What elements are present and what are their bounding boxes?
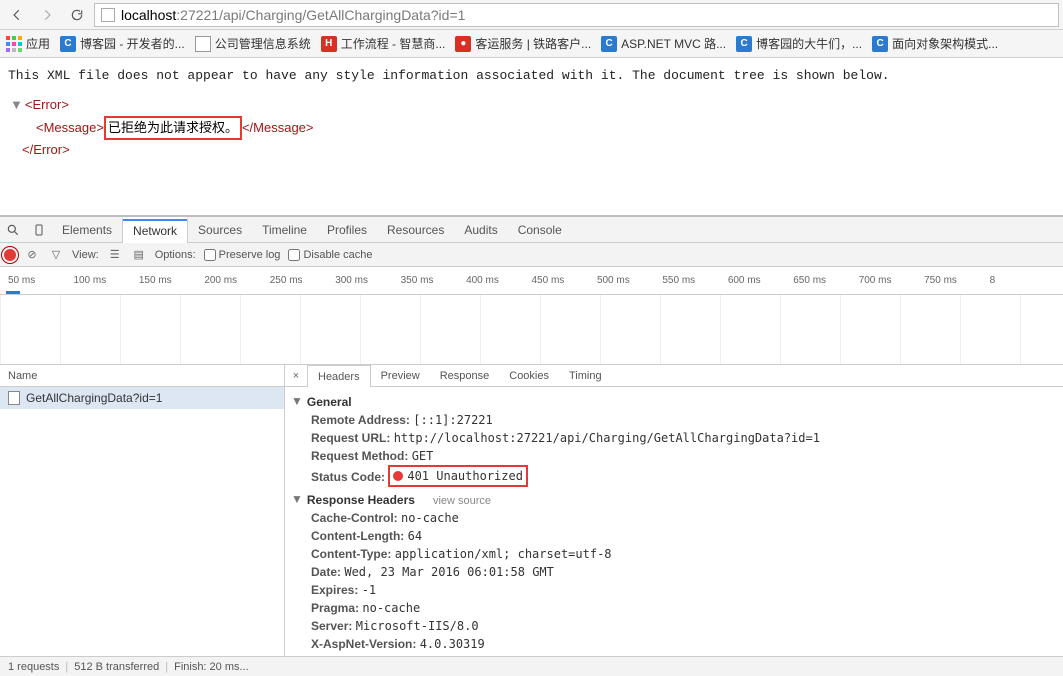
request-row[interactable]: GetAllChargingData?id=1 xyxy=(0,387,284,409)
preserve-log-checkbox[interactable]: Preserve log xyxy=(204,249,281,261)
request-url-value: http://localhost:27221/api/Charging/GetA… xyxy=(394,431,820,445)
url-host: localhost:27221/api/Charging/GetAllCharg… xyxy=(121,7,465,23)
section-response-headers[interactable]: ▼Response Headersview source xyxy=(291,491,1057,509)
tab-timeline[interactable]: Timeline xyxy=(252,217,317,243)
reload-button[interactable] xyxy=(64,3,90,27)
xml-message-text: 已拒绝为此请求授权。 xyxy=(108,120,238,135)
tab-elements[interactable]: Elements xyxy=(52,217,122,243)
remote-address-value: [::1]:27221 xyxy=(413,413,492,427)
doc-icon xyxy=(195,36,211,52)
view-label: View: xyxy=(72,249,99,261)
xml-tag: <Message> xyxy=(36,120,104,135)
tab-audits[interactable]: Audits xyxy=(454,217,507,243)
subtab-cookies[interactable]: Cookies xyxy=(499,365,559,387)
subtab-preview[interactable]: Preview xyxy=(371,365,430,387)
bookmark-1[interactable]: 公司管理信息系统 xyxy=(195,35,311,52)
status-dot-icon xyxy=(393,471,403,481)
requests-header[interactable]: Name xyxy=(0,365,284,387)
request-method-value: GET xyxy=(412,449,434,463)
request-name: GetAllChargingData?id=1 xyxy=(26,391,162,405)
devtools-status-bar: 1 requests | 512 B transferred | Finish:… xyxy=(0,656,1063,676)
timeline-ruler[interactable]: 50 ms 100 ms 150 ms 200 ms 250 ms 300 ms… xyxy=(0,267,1063,295)
chevron-down-icon: ▼ xyxy=(291,492,303,506)
bookmark-0[interactable]: C博客园 - 开发者的... xyxy=(60,35,185,52)
bookmarks-bar: 应用 C博客园 - 开发者的... 公司管理信息系统 H工作流程 - 智慧商..… xyxy=(0,30,1063,58)
site-icon: C xyxy=(60,36,76,52)
site-icon: H xyxy=(321,36,337,52)
site-icon: C xyxy=(736,36,752,52)
tab-sources[interactable]: Sources xyxy=(188,217,252,243)
timeline-marker xyxy=(6,291,20,294)
status-code-value: 401 Unauthorized xyxy=(407,467,523,485)
inspect-icon[interactable] xyxy=(0,217,26,243)
tab-network[interactable]: Network xyxy=(122,217,188,243)
grid-icon xyxy=(6,36,22,52)
view-source-link[interactable]: view source xyxy=(433,495,491,507)
status-code-label: Status Code: xyxy=(311,470,385,484)
requests-count: 1 requests xyxy=(8,661,59,673)
page-content: This XML file does not appear to have an… xyxy=(0,58,1063,215)
record-button[interactable] xyxy=(4,249,16,261)
subtab-timing[interactable]: Timing xyxy=(559,365,612,387)
request-url-label: Request URL: xyxy=(311,431,390,445)
collapse-icon[interactable]: ▼ xyxy=(10,97,23,112)
waterfall-area[interactable] xyxy=(0,295,1063,365)
bookmark-3[interactable]: ●客运服务 | 铁路客户... xyxy=(455,35,591,52)
xml-tag: </Message> xyxy=(242,120,314,135)
chevron-down-icon: ▼ xyxy=(291,394,303,408)
subtab-response[interactable]: Response xyxy=(430,365,500,387)
apps-button[interactable]: 应用 xyxy=(6,35,50,52)
bookmark-4[interactable]: CASP.NET MVC 路... xyxy=(601,35,726,52)
site-icon: ● xyxy=(455,36,471,52)
xml-tag: <Error> xyxy=(25,97,69,112)
remote-address-label: Remote Address: xyxy=(311,413,410,427)
tab-console[interactable]: Console xyxy=(508,217,572,243)
highlight-box: 401 Unauthorized xyxy=(388,465,528,487)
xml-notice: This XML file does not appear to have an… xyxy=(8,66,1055,87)
section-general[interactable]: ▼General xyxy=(291,393,1057,411)
finish-time: Finish: 20 ms... xyxy=(174,661,249,673)
devtools: Elements Network Sources Timeline Profil… xyxy=(0,215,1063,676)
back-button[interactable] xyxy=(4,3,30,27)
transferred-size: 512 B transferred xyxy=(74,661,159,673)
device-icon[interactable] xyxy=(26,217,52,243)
clear-icon[interactable]: ⊘ xyxy=(24,248,40,261)
filter-icon[interactable]: ▽ xyxy=(48,248,64,261)
bookmark-2[interactable]: H工作流程 - 智慧商... xyxy=(321,35,446,52)
site-icon: C xyxy=(601,36,617,52)
subtab-headers[interactable]: Headers xyxy=(307,365,371,387)
bookmark-5[interactable]: C博客园的大牛们，... xyxy=(736,35,862,52)
close-details-button[interactable]: × xyxy=(285,370,307,382)
tab-profiles[interactable]: Profiles xyxy=(317,217,377,243)
request-method-label: Request Method: xyxy=(311,449,408,463)
view-frame-icon[interactable]: ▤ xyxy=(131,248,147,261)
highlight-box: 已拒绝为此请求授权。 xyxy=(104,116,242,141)
file-icon xyxy=(8,391,20,405)
xml-tag: </Error> xyxy=(22,142,70,157)
options-label: Options: xyxy=(155,249,196,261)
page-icon xyxy=(101,8,115,22)
site-icon: C xyxy=(872,36,888,52)
disable-cache-checkbox[interactable]: Disable cache xyxy=(288,249,372,261)
view-list-icon[interactable]: ☰ xyxy=(107,248,123,261)
tab-resources[interactable]: Resources xyxy=(377,217,454,243)
forward-button[interactable] xyxy=(34,3,60,27)
bookmark-6[interactable]: C面向对象架构模式... xyxy=(872,35,998,52)
address-bar[interactable]: localhost:27221/api/Charging/GetAllCharg… xyxy=(94,3,1059,27)
